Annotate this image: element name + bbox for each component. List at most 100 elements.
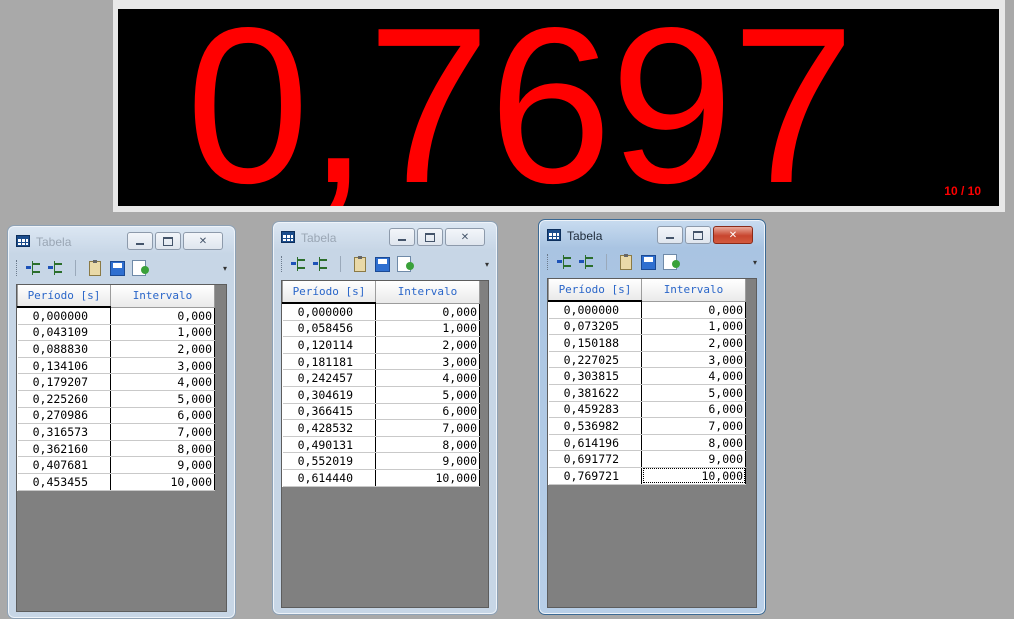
intervalo-cell[interactable]: 6,000 bbox=[110, 407, 215, 425]
intervalo-cell[interactable]: 8,000 bbox=[375, 436, 480, 454]
table-row[interactable]: 0,303815 4,000 bbox=[548, 367, 746, 385]
periodo-cell[interactable]: 0,181181 bbox=[282, 353, 376, 371]
intervalo-cell[interactable]: 0,000 bbox=[641, 301, 746, 319]
column-header-intervalo[interactable]: Intervalo bbox=[375, 281, 480, 304]
intervalo-cell[interactable]: 5,000 bbox=[375, 386, 480, 404]
maximize-button[interactable] bbox=[685, 226, 711, 244]
periodo-cell[interactable]: 0,073205 bbox=[548, 318, 642, 336]
minimize-button[interactable] bbox=[657, 226, 683, 244]
save-button[interactable] bbox=[639, 253, 657, 271]
intervalo-cell[interactable]: 2,000 bbox=[641, 334, 746, 352]
remove-column-button[interactable] bbox=[47, 259, 65, 277]
toolbar-grip[interactable] bbox=[547, 254, 550, 270]
periodo-cell[interactable]: 0,043109 bbox=[17, 324, 111, 342]
column-header-periodo[interactable]: Período [s] bbox=[282, 281, 376, 304]
periodo-cell[interactable]: 0,150188 bbox=[548, 334, 642, 352]
periodo-cell[interactable]: 0,000000 bbox=[548, 301, 642, 319]
maximize-button[interactable] bbox=[417, 228, 443, 246]
periodo-cell[interactable]: 0,428532 bbox=[282, 419, 376, 437]
table-row[interactable]: 0,058456 1,000 bbox=[282, 320, 480, 338]
periodo-cell[interactable]: 0,242457 bbox=[282, 369, 376, 387]
close-button[interactable]: ✕ bbox=[445, 228, 485, 246]
toolbar-overflow-icon[interactable]: ▾ bbox=[753, 258, 757, 267]
periodo-cell[interactable]: 0,270986 bbox=[17, 407, 111, 425]
close-button[interactable]: ✕ bbox=[183, 232, 223, 250]
periodo-cell[interactable]: 0,366415 bbox=[282, 403, 376, 421]
intervalo-cell[interactable]: 3,000 bbox=[641, 351, 746, 369]
export-button[interactable] bbox=[130, 259, 149, 277]
column-header-intervalo[interactable]: Intervalo bbox=[110, 285, 215, 308]
table-row[interactable]: 0,000000 0,000 bbox=[17, 307, 215, 325]
close-button[interactable]: ✕ bbox=[713, 226, 753, 244]
toolbar-overflow-icon[interactable]: ▾ bbox=[223, 264, 227, 273]
table-window-3[interactable]: Tabela ✕ ▾ Período [s] Intervalo 0,00000… bbox=[538, 219, 766, 615]
table-row[interactable]: 0,073205 1,000 bbox=[548, 318, 746, 336]
periodo-cell[interactable]: 0,536982 bbox=[548, 417, 642, 435]
table-row[interactable]: 0,490131 8,000 bbox=[282, 436, 480, 454]
minimize-button[interactable] bbox=[389, 228, 415, 246]
intervalo-cell[interactable]: 2,000 bbox=[110, 340, 215, 358]
maximize-button[interactable] bbox=[155, 232, 181, 250]
table-row[interactable]: 0,043109 1,000 bbox=[17, 324, 215, 342]
intervalo-cell[interactable]: 6,000 bbox=[375, 403, 480, 421]
intervalo-cell[interactable]: 10,000 bbox=[110, 473, 215, 491]
column-header-periodo[interactable]: Período [s] bbox=[548, 279, 642, 302]
periodo-cell[interactable]: 0,453455 bbox=[17, 473, 111, 491]
periodo-cell[interactable]: 0,552019 bbox=[282, 452, 376, 470]
toolbar-grip[interactable] bbox=[281, 256, 284, 272]
periodo-cell[interactable]: 0,691772 bbox=[548, 450, 642, 468]
column-header-intervalo[interactable]: Intervalo bbox=[641, 279, 746, 302]
periodo-cell[interactable]: 0,614440 bbox=[282, 469, 376, 487]
intervalo-cell[interactable]: 0,000 bbox=[110, 307, 215, 325]
table-window-2[interactable]: Tabela ✕ ▾ Período [s] Intervalo 0,00000… bbox=[272, 221, 498, 615]
table-row[interactable]: 0,225260 5,000 bbox=[17, 390, 215, 408]
toolbar-grip[interactable] bbox=[16, 260, 19, 276]
table-row[interactable]: 0,227025 3,000 bbox=[548, 351, 746, 369]
table-row[interactable]: 0,459283 6,000 bbox=[548, 401, 746, 419]
periodo-cell[interactable]: 0,134106 bbox=[17, 357, 111, 375]
intervalo-cell[interactable]: 10,000 bbox=[375, 469, 480, 487]
periodo-cell[interactable]: 0,407681 bbox=[17, 456, 111, 474]
table-row[interactable]: 0,614196 8,000 bbox=[548, 434, 746, 452]
intervalo-cell[interactable]: 4,000 bbox=[375, 369, 480, 387]
intervalo-cell[interactable]: 8,000 bbox=[110, 440, 215, 458]
intervalo-cell[interactable]: 10,000 bbox=[641, 467, 746, 485]
intervalo-cell[interactable]: 5,000 bbox=[110, 390, 215, 408]
periodo-cell[interactable]: 0,000000 bbox=[282, 303, 376, 321]
copy-button[interactable] bbox=[351, 255, 369, 273]
table-row[interactable]: 0,428532 7,000 bbox=[282, 419, 480, 437]
export-button[interactable] bbox=[661, 253, 680, 271]
periodo-cell[interactable]: 0,120114 bbox=[282, 336, 376, 354]
remove-column-button[interactable] bbox=[578, 253, 596, 271]
periodo-cell[interactable]: 0,303815 bbox=[548, 367, 642, 385]
data-grid[interactable]: Período [s] Intervalo 0,000000 0,000 0,0… bbox=[547, 278, 757, 608]
table-row[interactable]: 0,407681 9,000 bbox=[17, 456, 215, 474]
export-button[interactable] bbox=[395, 255, 414, 273]
title-bar[interactable]: Tabela ✕ bbox=[539, 220, 765, 248]
intervalo-cell[interactable]: 3,000 bbox=[110, 357, 215, 375]
table-row[interactable]: 0,242457 4,000 bbox=[282, 369, 480, 387]
intervalo-cell[interactable]: 1,000 bbox=[110, 324, 215, 342]
intervalo-cell[interactable]: 7,000 bbox=[641, 417, 746, 435]
save-button[interactable] bbox=[373, 255, 391, 273]
table-row[interactable]: 0,691772 9,000 bbox=[548, 450, 746, 468]
table-row[interactable]: 0,179207 4,000 bbox=[17, 373, 215, 391]
intervalo-cell[interactable]: 7,000 bbox=[110, 423, 215, 441]
copy-button[interactable] bbox=[617, 253, 635, 271]
column-header-periodo[interactable]: Período [s] bbox=[17, 285, 111, 308]
periodo-cell[interactable]: 0,179207 bbox=[17, 373, 111, 391]
periodo-cell[interactable]: 0,227025 bbox=[548, 351, 642, 369]
intervalo-cell[interactable]: 9,000 bbox=[641, 450, 746, 468]
table-row[interactable]: 0,362160 8,000 bbox=[17, 440, 215, 458]
periodo-cell[interactable]: 0,381622 bbox=[548, 384, 642, 402]
table-row[interactable]: 0,120114 2,000 bbox=[282, 336, 480, 354]
intervalo-cell[interactable]: 9,000 bbox=[375, 452, 480, 470]
save-button[interactable] bbox=[108, 259, 126, 277]
periodo-cell[interactable]: 0,088830 bbox=[17, 340, 111, 358]
table-row[interactable]: 0,150188 2,000 bbox=[548, 334, 746, 352]
table-row[interactable]: 0,181181 3,000 bbox=[282, 353, 480, 371]
intervalo-cell[interactable]: 2,000 bbox=[375, 336, 480, 354]
periodo-cell[interactable]: 0,769721 bbox=[548, 467, 642, 485]
title-bar[interactable]: Tabela ✕ bbox=[273, 222, 497, 250]
periodo-cell[interactable]: 0,490131 bbox=[282, 436, 376, 454]
